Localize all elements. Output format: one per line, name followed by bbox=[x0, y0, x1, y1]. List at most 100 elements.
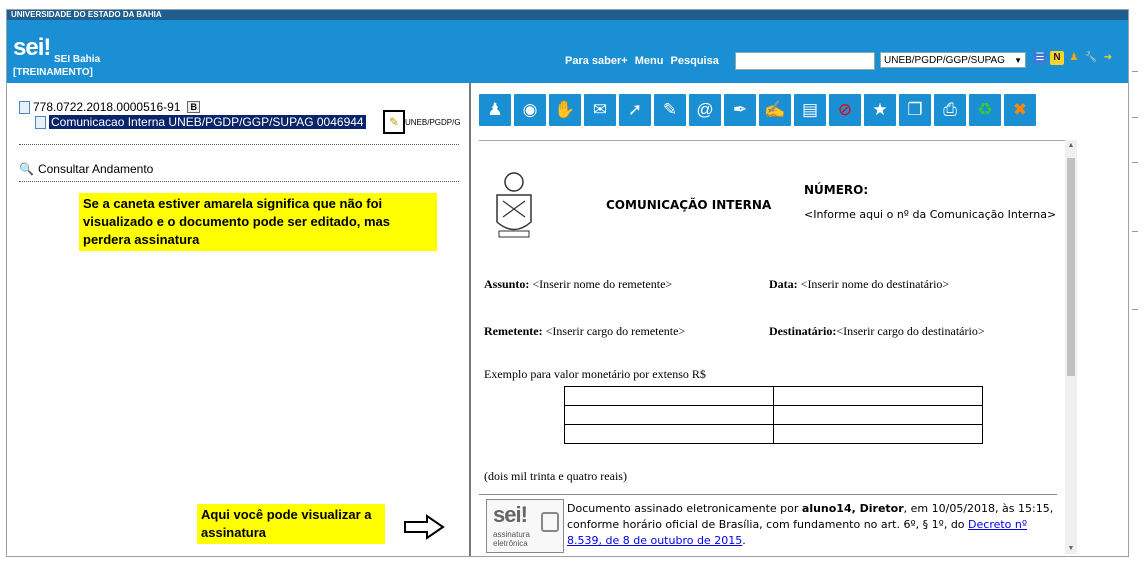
view-icon[interactable]: ◉ bbox=[514, 94, 546, 126]
send-process-icon[interactable]: ➚ bbox=[619, 94, 651, 126]
link-menu[interactable]: Menu bbox=[635, 55, 664, 67]
destinatario-label: Destinatário: bbox=[769, 324, 837, 338]
signer: aluno14, Diretor bbox=[801, 502, 904, 515]
system-name: SEI Bahia bbox=[54, 54, 101, 65]
right-arrow-icon bbox=[404, 514, 445, 540]
bahia-crest-icon bbox=[496, 172, 532, 238]
numero-placeholder: <Informe aqui o nº da Comunicação Intern… bbox=[804, 208, 1057, 221]
consultar-andamento-link[interactable]: 🔍 Consultar Andamento bbox=[19, 162, 153, 176]
recycle-icon[interactable]: ♻ bbox=[969, 94, 1001, 126]
sei-window: UNIVERSIDADE DO ESTADO DA BAHIA sei! SEI… bbox=[6, 9, 1129, 557]
sign-block-icon[interactable]: ✍ bbox=[759, 94, 791, 126]
email-icon[interactable]: @ bbox=[689, 94, 721, 126]
assess-icon[interactable]: ✋ bbox=[549, 94, 581, 126]
divider bbox=[1132, 231, 1138, 232]
signature-pre: Documento assinado eletronicamente por bbox=[567, 502, 802, 515]
scroll-thumb[interactable] bbox=[1067, 158, 1075, 376]
badge-caption-2: eletrônica bbox=[493, 539, 528, 548]
destinatario-row: Destinatário:<Inserir cargo do destinatá… bbox=[769, 324, 985, 339]
remetente-row: Remetente: <Inserir cargo do remetente> bbox=[484, 324, 685, 339]
signature-text: Documento assinado eletronicamente por a… bbox=[567, 501, 1057, 549]
interested-parties-icon[interactable]: ♟ bbox=[479, 94, 511, 126]
table-row bbox=[564, 386, 983, 406]
remetente-value: <Inserir cargo do remetente> bbox=[545, 324, 686, 338]
magnifier-icon: 🔍 bbox=[19, 162, 34, 176]
document-node[interactable]: Comunicacao Interna UNEB/PGDP/GGP/SUPAG … bbox=[35, 115, 366, 129]
badge-caption-1: assinatura bbox=[493, 530, 530, 539]
exit-icon[interactable]: ➔ bbox=[1101, 51, 1115, 65]
badge-logo: sei! bbox=[493, 502, 528, 527]
destinatario-value: <Inserir cargo do destinatário> bbox=[836, 324, 985, 338]
table-cell bbox=[564, 386, 774, 406]
example-line: Exemplo para valor monetário por extenso… bbox=[484, 367, 706, 381]
search-input[interactable] bbox=[735, 52, 875, 70]
print-icon[interactable]: ⎙ bbox=[934, 94, 966, 126]
book-icon[interactable]: ▤ bbox=[794, 94, 826, 126]
tools-icon[interactable]: 🔧 bbox=[1084, 51, 1098, 65]
unit-select[interactable]: UNEB/PGDP/GGP/SUPAG ▼ bbox=[880, 52, 1026, 68]
remetente-label: Remetente: bbox=[484, 324, 543, 338]
document-label[interactable]: Comunicacao Interna UNEB/PGDP/GGP/SUPAG … bbox=[49, 115, 366, 129]
document-icon bbox=[35, 115, 46, 129]
table-cell bbox=[564, 424, 774, 444]
environment-label: [TREINAMENTO] bbox=[13, 67, 93, 78]
signature-note: Aqui você pode visualizar a assinatura bbox=[197, 504, 385, 544]
cancel-icon[interactable]: ⊘ bbox=[829, 94, 861, 126]
process-node[interactable]: 778.0722.2018.0000516-91 B bbox=[19, 100, 200, 114]
document-unit: UNEB/PGDP/G bbox=[405, 118, 461, 127]
link-pesquisa[interactable]: Pesquisa bbox=[671, 55, 719, 67]
tree-panel: 778.0722.2018.0000516-91 B Comunicacao I… bbox=[7, 83, 469, 556]
delete-icon[interactable]: ✖ bbox=[1004, 94, 1036, 126]
amount-words: (dois mil trinta e quatro reais) bbox=[484, 469, 627, 483]
document-scrollbar[interactable]: ▲ ▼ bbox=[1065, 140, 1077, 554]
data-label: Data: bbox=[769, 277, 798, 291]
user-icon[interactable]: ♟ bbox=[1067, 51, 1081, 65]
document-content: COMUNICAÇÃO INTERNA NÚMERO: <Informe aqu… bbox=[479, 140, 1065, 555]
assunto-label: Assunto: bbox=[484, 277, 530, 291]
process-number[interactable]: 778.0722.2018.0000516-91 bbox=[33, 100, 180, 114]
favorite-icon[interactable]: ★ bbox=[864, 94, 896, 126]
institution-strip: UNIVERSIDADE DO ESTADO DA BAHIA bbox=[7, 10, 1128, 20]
scroll-up-icon[interactable]: ▲ bbox=[1067, 142, 1075, 149]
divider bbox=[1132, 117, 1138, 118]
assunto-value: <Inserir nome do remetente> bbox=[532, 277, 673, 291]
divider bbox=[1132, 162, 1138, 163]
data-row: Data: <Inserir nome do destinatário> bbox=[769, 277, 949, 292]
list-icon[interactable]: ☰ bbox=[1033, 51, 1047, 65]
table-cell bbox=[773, 405, 983, 425]
sign-icon[interactable]: ✒ bbox=[724, 94, 756, 126]
numero-label: NÚMERO: bbox=[804, 183, 869, 197]
notice-icon[interactable]: N bbox=[1050, 51, 1064, 65]
copy-icon[interactable]: ❐ bbox=[899, 94, 931, 126]
divider bbox=[1132, 309, 1138, 310]
document-toolbar: ♟ ◉ ✋ ✉ ➚ ✎ @ ✒ ✍ ▤ ⊘ ★ ❐ ⎙ ♻ ✖ bbox=[479, 94, 1036, 126]
signature-badge: sei! assinatura eletrônica bbox=[486, 499, 564, 553]
sei-logo[interactable]: sei! bbox=[13, 34, 51, 62]
header-icons: ☰ N ♟ 🔧 ➔ bbox=[1033, 51, 1115, 65]
badge-caption: assinatura eletrônica bbox=[493, 530, 530, 548]
header-bar: sei! SEI Bahia [TREINAMENTO] Para saber+… bbox=[7, 20, 1128, 83]
signature-divider bbox=[479, 494, 1057, 495]
table-row bbox=[564, 405, 983, 425]
consultar-label[interactable]: Consultar Andamento bbox=[38, 162, 153, 176]
edit-icon[interactable]: ✎ bbox=[654, 94, 686, 126]
chevron-down-icon: ▼ bbox=[1014, 56, 1022, 65]
link-para-saber[interactable]: Para saber+ bbox=[565, 55, 628, 67]
scroll-down-icon[interactable]: ▼ bbox=[1067, 545, 1075, 552]
pen-note: Se a caneta estiver amarela significa qu… bbox=[79, 193, 437, 251]
top-links: Para saber+ Menu Pesquisa bbox=[565, 55, 723, 67]
table-cell bbox=[564, 405, 774, 425]
table-cell bbox=[773, 386, 983, 406]
signature-end: . bbox=[742, 534, 746, 547]
divider bbox=[19, 144, 459, 145]
document-title: COMUNICAÇÃO INTERNA bbox=[606, 198, 772, 212]
money-table bbox=[564, 386, 983, 444]
send-email-icon[interactable]: ✉ bbox=[584, 94, 616, 126]
data-value: <Inserir nome do destinatário> bbox=[800, 277, 950, 291]
pen-icon[interactable]: ✎ bbox=[383, 110, 405, 134]
divider bbox=[19, 181, 459, 182]
document-panel: ♟ ◉ ✋ ✉ ➚ ✎ @ ✒ ✍ ▤ ⊘ ★ ❐ ⎙ ♻ ✖ COMUNICA… bbox=[471, 83, 1128, 556]
process-badge[interactable]: B bbox=[187, 101, 200, 113]
divider bbox=[1132, 71, 1138, 72]
unit-select-value: UNEB/PGDP/GGP/SUPAG bbox=[884, 55, 1005, 66]
